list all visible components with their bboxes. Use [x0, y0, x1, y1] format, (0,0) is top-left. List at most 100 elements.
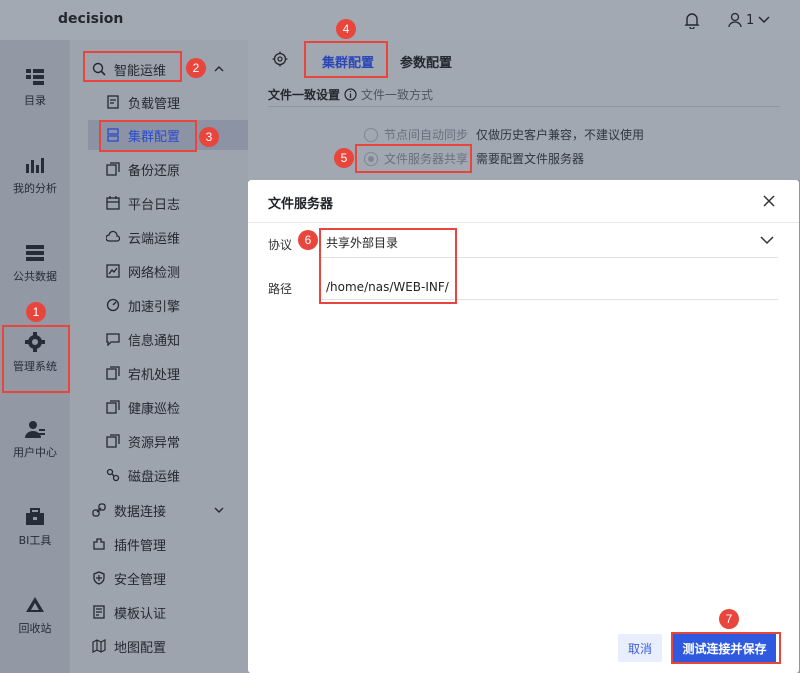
- sub-nav-label: 安全管理: [114, 572, 167, 588]
- protocol-label: 协议: [268, 238, 293, 252]
- sub-nav-label: 磁盘运维: [128, 469, 181, 485]
- network-icon: [106, 264, 120, 278]
- top-bar: decision 1: [0, 0, 800, 40]
- engine-icon: [106, 298, 120, 312]
- radio-label: 节点间自动同步: [384, 128, 469, 142]
- sub-nav-label: 插件管理: [114, 538, 167, 554]
- sub-nav-group-template-auth[interactable]: 模板认证: [70, 597, 248, 627]
- radio-option-sync[interactable]: 节点间自动同步 仅做历史客户兼容，不建议使用: [364, 126, 644, 143]
- sub-nav-item-cluster[interactable]: 集群配置: [88, 120, 248, 150]
- nav-my-analysis[interactable]: 我的分析: [0, 156, 70, 216]
- sub-nav-item-load[interactable]: 负载管理: [70, 87, 248, 117]
- sub-nav-label: 地图配置: [114, 640, 167, 656]
- settings-gear-icon[interactable]: [272, 51, 288, 67]
- nav-user-center[interactable]: 用户中心: [0, 420, 70, 480]
- nav-public-data[interactable]: 公共数据: [0, 244, 70, 304]
- path-label: 路径: [268, 282, 293, 296]
- user-menu[interactable]: 1: [728, 10, 770, 30]
- section-subtitle: 文件一致方式: [344, 86, 433, 103]
- sub-nav-label: 信息通知: [128, 333, 181, 349]
- nav-directory[interactable]: 目录: [0, 68, 70, 128]
- sub-nav-group-label: 智能运维: [114, 63, 167, 79]
- user-icon: [25, 421, 45, 438]
- step-badge: 4: [336, 19, 356, 39]
- step-badge: 5: [334, 148, 354, 168]
- sub-nav-label: 健康巡检: [128, 401, 181, 417]
- sub-nav-item-backup[interactable]: 备份还原: [70, 154, 248, 184]
- sub-nav-group-plugins[interactable]: 插件管理: [70, 529, 248, 559]
- search-shield-icon: [92, 62, 106, 76]
- step-badge: 7: [719, 609, 739, 629]
- sub-nav-label: 云端运维: [128, 231, 181, 247]
- toolbox-icon: [26, 508, 44, 525]
- test-and-save-button[interactable]: 测试连接并保存: [673, 634, 776, 662]
- bell-icon[interactable]: [684, 11, 700, 29]
- directory-icon: [26, 69, 44, 85]
- sub-nav-group-smart-ops[interactable]: 智能运维: [70, 54, 248, 84]
- nav-label: BI工具: [18, 534, 52, 547]
- backup-icon: [106, 162, 120, 176]
- shield-icon: [93, 571, 105, 585]
- copy-icon: [106, 366, 120, 380]
- radio-button[interactable]: [364, 127, 378, 142]
- tab-active-indicator: [308, 76, 382, 78]
- path-input[interactable]: /home/nas/WEB-INF/: [320, 268, 778, 300]
- load-icon: [107, 95, 119, 109]
- message-icon: [106, 333, 120, 346]
- protocol-select[interactable]: 共享外部目录: [320, 226, 778, 258]
- sub-nav: 智能运维 负载管理 集群配置 备份还原 平台日志 云端运维 网络检测 加速引擎 …: [70, 40, 248, 673]
- file-server-dialog: 文件服务器 协议 共享外部目录 路径 /home/nas/WEB-INF/ 取消…: [248, 180, 799, 673]
- copy-icon: [106, 400, 120, 414]
- tab-cluster-config[interactable]: 集群配置: [322, 52, 374, 71]
- step-badge: 6: [298, 230, 318, 250]
- nav-label: 回收站: [18, 622, 52, 635]
- user-icon: [728, 12, 742, 28]
- close-icon[interactable]: [762, 194, 776, 208]
- radio-button-selected[interactable]: [364, 151, 378, 166]
- section-subtitle-text: 文件一致方式: [361, 88, 434, 102]
- copy-icon: [106, 434, 120, 448]
- sub-nav-item-accel-engine[interactable]: 加速引擎: [70, 290, 248, 320]
- sub-nav-label: 资源异常: [128, 435, 181, 451]
- sub-nav-group-map-config[interactable]: 地图配置: [70, 631, 248, 661]
- nav-label: 用户中心: [13, 446, 57, 459]
- sub-nav-label: 宕机处理: [128, 367, 181, 383]
- sub-nav-group-data-connection[interactable]: 数据连接: [70, 495, 248, 525]
- plugin-icon: [93, 538, 105, 550]
- cancel-button[interactable]: 取消: [618, 634, 662, 662]
- nav-label: 公共数据: [13, 270, 57, 283]
- nav-recycle-bin[interactable]: 回收站: [0, 596, 70, 656]
- dialog-title: 文件服务器: [268, 197, 334, 212]
- nav-admin[interactable]: 管理系统: [0, 332, 70, 392]
- sub-nav-item-platform-log[interactable]: 平台日志: [70, 188, 248, 218]
- sub-nav-label: 集群配置: [128, 129, 181, 145]
- sub-nav-label: 模板认证: [114, 606, 167, 622]
- disk-icon: [106, 468, 120, 482]
- info-icon: [344, 88, 357, 101]
- sub-nav-group-security[interactable]: 安全管理: [70, 563, 248, 593]
- chevron-down-icon: [760, 236, 774, 245]
- sub-nav-label: 加速引擎: [128, 299, 181, 315]
- sub-nav-item-cloud-ops[interactable]: 云端运维: [70, 222, 248, 252]
- cluster-icon: [107, 128, 119, 142]
- left-nav: 目录 我的分析 公共数据 管理系统 用户中心 BI工具 回收站: [0, 40, 70, 673]
- main-panel: 集群配置 参数配置 文件一致设置 文件一致方式 节点间自动同步 仅做历史客户兼容…: [248, 40, 800, 180]
- sub-nav-item-disk-ops[interactable]: 磁盘运维: [70, 460, 248, 490]
- sub-nav-label: 平台日志: [128, 197, 181, 213]
- nav-bi-tools[interactable]: BI工具: [0, 508, 70, 568]
- sub-nav-item-notification[interactable]: 信息通知: [70, 324, 248, 354]
- radio-option-file-server[interactable]: 文件服务器共享 需要配置文件服务器: [364, 150, 584, 167]
- app-title: decision: [58, 11, 124, 27]
- dialog-divider: [248, 222, 799, 223]
- tab-param-config[interactable]: 参数配置: [400, 52, 452, 71]
- radio-label: 文件服务器共享: [384, 152, 469, 166]
- sub-nav-item-downtime[interactable]: 宕机处理: [70, 358, 248, 388]
- protocol-value: 共享外部目录: [326, 236, 399, 250]
- sub-nav-item-health-check[interactable]: 健康巡检: [70, 392, 248, 422]
- sub-nav-item-resource-anomaly[interactable]: 资源异常: [70, 426, 248, 456]
- user-label: 1: [746, 12, 755, 28]
- link-icon: [92, 503, 106, 517]
- sub-nav-item-network-check[interactable]: 网络检测: [70, 256, 248, 286]
- chevron-up-icon: [214, 66, 224, 72]
- sub-nav-label: 负载管理: [128, 96, 181, 112]
